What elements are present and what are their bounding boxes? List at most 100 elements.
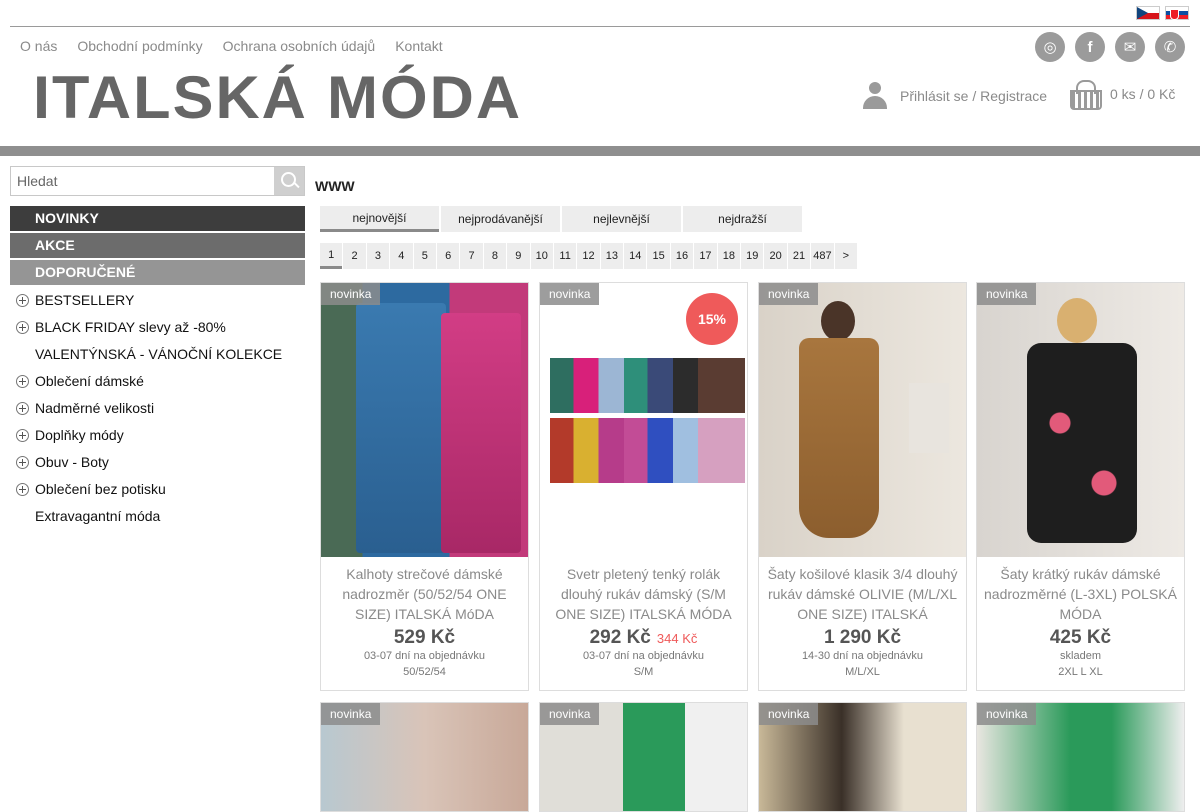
product-card[interactable]: novinka	[320, 702, 529, 812]
sort-tab-bestselling[interactable]: nejprodávanější	[441, 206, 560, 232]
facebook-icon[interactable]: f	[1075, 32, 1105, 62]
page-button[interactable]: 16	[670, 243, 694, 269]
product-card[interactable]: novinka	[976, 702, 1185, 812]
cart-area[interactable]: 0 ks / 0 Kč	[1068, 80, 1175, 110]
pagination: 1 2 3 4 5 6 7 8 9 10 11 12 13 14 15 16 17 18 19 20 21 487 >	[320, 243, 857, 269]
cart-summary[interactable]: 0 ks / 0 Kč	[1110, 86, 1175, 102]
product-card[interactable]: novinka Kalhoty strečové dámské nadrozmě…	[320, 282, 529, 691]
mail-icon[interactable]: ✉	[1115, 32, 1145, 62]
price-current: 1 290 Kč	[823, 627, 902, 648]
top-strip	[0, 0, 1200, 27]
price-current: 529 Kč	[393, 627, 456, 648]
page-button[interactable]: 21	[787, 243, 811, 269]
sidebar-item-obuv[interactable]: Obuv - Boty	[10, 449, 305, 476]
page-button[interactable]: 8	[483, 243, 507, 269]
product-availability: 03-07 dní na objednávku	[582, 650, 705, 662]
page-button[interactable]: 7	[460, 243, 483, 269]
basket-icon[interactable]	[1068, 80, 1102, 110]
sidebar-item-bez-potisku[interactable]: Oblečení bez potisku	[10, 476, 305, 503]
page-button[interactable]: 9	[507, 243, 530, 269]
expand-icon[interactable]	[16, 294, 29, 307]
sort-tab-priciest[interactable]: nejdražší	[683, 206, 802, 232]
product-sizes: M/L/XL	[845, 666, 880, 678]
sort-tab-cheapest[interactable]: nejlevnější	[562, 206, 681, 232]
nav-obchodni-podminky[interactable]: Obchodní podmínky	[77, 38, 202, 54]
expand-icon[interactable]	[16, 321, 29, 334]
instagram-icon[interactable]: ◎	[1035, 32, 1065, 62]
sidebar-item-bestsellery[interactable]: BESTSELLERY	[10, 287, 305, 314]
flag-cz-icon[interactable]	[1136, 6, 1160, 20]
product-photo[interactable]	[977, 283, 1184, 557]
flag-sk-icon[interactable]	[1165, 6, 1189, 20]
page-button[interactable]: 10	[530, 243, 553, 269]
sidebar-item-label: VALENTÝNSKÁ - VÁNOČNÍ KOLEKCE	[35, 346, 283, 362]
expand-icon[interactable]	[16, 456, 29, 469]
page-button[interactable]: 13	[600, 243, 624, 269]
product-photo[interactable]	[321, 283, 528, 557]
next-page-button[interactable]: >	[834, 243, 857, 269]
product-price: 292 Kč 344 Kč	[540, 627, 747, 649]
page-button[interactable]: 487	[811, 243, 834, 269]
sidebar-item-extravagantni[interactable]: Extravagantní móda	[10, 503, 305, 530]
nav-kontakt[interactable]: Kontakt	[395, 38, 442, 54]
product-sizes: 50/52/54	[403, 666, 446, 678]
page-title: www	[315, 178, 355, 194]
page-button[interactable]: 6	[436, 243, 460, 269]
login-link[interactable]: Přihlásit se / Registrace	[900, 88, 1047, 104]
page-button[interactable]: 1	[320, 243, 343, 269]
page-button[interactable]: 18	[717, 243, 741, 269]
sidebar-item-label: Extravagantní móda	[35, 508, 161, 524]
page-button[interactable]: 4	[390, 243, 413, 269]
phone-icon[interactable]: ✆	[1155, 32, 1185, 62]
sidebar-item-doporucene[interactable]: DOPORUČENÉ	[10, 260, 305, 285]
page-button[interactable]: 2	[343, 243, 366, 269]
new-badge: novinka	[540, 703, 600, 725]
user-icon[interactable]	[862, 82, 888, 110]
product-price: 425 Kč	[977, 627, 1184, 649]
nav-o-nas[interactable]: O nás	[20, 38, 57, 54]
page-button[interactable]: 3	[366, 243, 390, 269]
new-badge: novinka	[321, 703, 381, 725]
sidebar-item-valentynska[interactable]: VALENTÝNSKÁ - VÁNOČNÍ KOLEKCE	[10, 341, 305, 368]
expand-icon[interactable]	[16, 402, 29, 415]
page-button[interactable]: 19	[741, 243, 764, 269]
site-logo[interactable]: ITALSKÁ MÓDA	[33, 68, 522, 128]
page-button[interactable]: 15	[647, 243, 670, 269]
sidebar-item-obleceni-damske[interactable]: Oblečení dámské	[10, 368, 305, 395]
search-icon[interactable]	[274, 167, 304, 195]
product-name[interactable]: Šaty krátký rukáv dámské nadrozměrné (L-…	[983, 564, 1178, 624]
product-name[interactable]: Svetr pletený tenký rolák dlouhý rukáv d…	[546, 564, 741, 624]
page-button[interactable]: 17	[694, 243, 717, 269]
page-button[interactable]: 14	[624, 243, 647, 269]
sidebar-item-black-friday[interactable]: BLACK FRIDAY slevy až -80%	[10, 314, 305, 341]
price-old: 344 Kč	[656, 631, 698, 646]
product-photo[interactable]	[759, 283, 966, 557]
expand-icon[interactable]	[16, 483, 29, 496]
sidebar-item-akce[interactable]: AKCE	[10, 233, 305, 258]
product-card[interactable]: novinka 15% Svetr pletený tenký rolák dl…	[539, 282, 748, 691]
login-area[interactable]: Přihlásit se / Registrace	[862, 82, 1047, 110]
sidebar-menu: NOVINKY AKCE DOPORUČENÉ BESTSELLERY BLAC…	[10, 206, 305, 530]
expand-icon[interactable]	[16, 375, 29, 388]
page-button[interactable]: 5	[413, 243, 436, 269]
product-name[interactable]: Kalhoty strečové dámské nadrozměr (50/52…	[327, 564, 522, 624]
nav-ochrana-udaju[interactable]: Ochrana osobních údajů	[223, 38, 376, 54]
price-current: 425 Kč	[1049, 627, 1112, 648]
sidebar-item-nadmerne[interactable]: Nadměrné velikosti	[10, 395, 305, 422]
product-card[interactable]: novinka Šaty košilové klasik 3/4 dlouhý …	[758, 282, 967, 691]
expand-icon[interactable]	[16, 429, 29, 442]
product-card[interactable]: novinka	[539, 702, 748, 812]
sort-tab-newest[interactable]: nejnovější	[320, 206, 439, 232]
sidebar-item-label: Nadměrné velikosti	[35, 400, 155, 416]
page-button[interactable]: 12	[577, 243, 600, 269]
sidebar-item-doplnky[interactable]: Doplňky módy	[10, 422, 305, 449]
search-input[interactable]	[11, 167, 275, 195]
sidebar-item-novinky[interactable]: NOVINKY	[10, 206, 305, 231]
product-card[interactable]: novinka	[758, 702, 967, 812]
product-sizes: S/M	[633, 666, 654, 678]
product-card[interactable]: novinka Šaty krátký rukáv dámské nadrozm…	[976, 282, 1185, 691]
sort-tabs: nejnovější nejprodávanější nejlevnější n…	[320, 206, 802, 232]
page-button[interactable]: 20	[764, 243, 787, 269]
product-name[interactable]: Šaty košilové klasik 3/4 dlouhý rukáv dá…	[765, 564, 960, 624]
page-button[interactable]: 11	[553, 243, 577, 269]
